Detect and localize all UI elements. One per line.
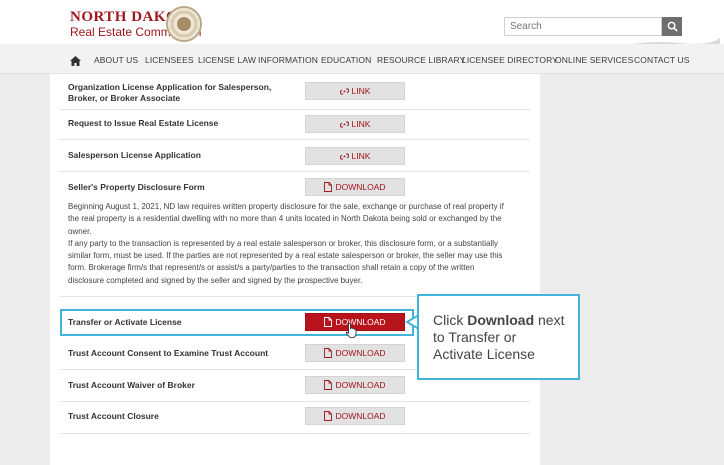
nav-item-license-law[interactable]: LICENSE LAW: [198, 55, 256, 65]
form-row-seller-disclosure: Seller's Property Disclosure Form DOWNLO…: [60, 172, 530, 200]
document-icon: [324, 411, 333, 421]
form-label: Salesperson License Application: [68, 150, 201, 160]
document-icon: [324, 182, 333, 192]
nav-item-licensees[interactable]: LICENSEES: [145, 55, 194, 65]
callout-bold: Download: [467, 312, 535, 328]
form-row-organization-license: Organization License Application for Sal…: [60, 74, 530, 110]
form-label: Request to Issue Real Estate License: [68, 118, 219, 128]
link-button-label: LINK: [351, 119, 371, 129]
link-button[interactable]: LINK: [305, 82, 405, 100]
link-button-label: LINK: [351, 86, 371, 96]
site-header: NORTH DAKOTA Real Estate Commission: [0, 0, 724, 48]
tutorial-highlight: [60, 309, 414, 336]
link-button[interactable]: LINK: [305, 147, 405, 165]
form-label: Seller's Property Disclosure Form: [68, 182, 205, 192]
document-icon: [324, 380, 333, 390]
form-row-trust-closure: Trust Account Closure DOWNLOAD: [60, 402, 530, 434]
download-button-label: DOWNLOAD: [335, 182, 386, 192]
form-row-request-to-issue: Request to Issue Real Estate License LIN…: [60, 110, 530, 140]
link-button-label: LINK: [351, 151, 371, 161]
nav-home[interactable]: [70, 53, 81, 71]
magnifier-icon: [667, 21, 678, 32]
link-icon: [339, 120, 349, 128]
download-button[interactable]: DOWNLOAD: [305, 344, 405, 362]
tutorial-callout: Click Download next to Transfer or Activ…: [417, 294, 580, 380]
link-button[interactable]: LINK: [305, 115, 405, 133]
nav-item-resource-library[interactable]: RESOURCE LIBRARY: [377, 55, 465, 65]
form-label: Trust Account Consent to Examine Trust A…: [68, 348, 269, 358]
hand-cursor-icon: [345, 323, 357, 338]
form-row-salesperson-application: Salesperson License Application LINK: [60, 140, 530, 172]
form-label: Organization License Application for Sal…: [68, 82, 272, 103]
download-button[interactable]: DOWNLOAD: [305, 407, 405, 425]
state-seal-icon: [166, 6, 202, 42]
disclosure-paragraph: Beginning August 1, 2021, ND law require…: [68, 202, 504, 285]
nav-item-information[interactable]: INFORMATION: [258, 55, 318, 65]
nav-item-education[interactable]: EDUCATION: [321, 55, 371, 65]
nav-item-about-us[interactable]: ABOUT US: [94, 55, 138, 65]
download-button-label: DOWNLOAD: [335, 411, 386, 421]
home-icon: [70, 56, 81, 66]
download-button[interactable]: DOWNLOAD: [305, 178, 405, 196]
search-input[interactable]: [504, 17, 662, 36]
link-icon: [339, 87, 349, 95]
download-button[interactable]: DOWNLOAD: [305, 376, 405, 394]
download-button-label: DOWNLOAD: [335, 380, 386, 390]
nav-item-licensee-directory[interactable]: LICENSEE DIRECTORY: [462, 55, 558, 65]
main-navigation: ABOUT US LICENSEES LICENSE LAW INFORMATI…: [0, 44, 724, 74]
search-button[interactable]: [662, 17, 682, 36]
nav-item-contact-us[interactable]: CONTACT US: [634, 55, 689, 65]
callout-prefix: Click: [433, 312, 468, 328]
form-label: Trust Account Waiver of Broker: [68, 380, 195, 390]
link-icon: [339, 152, 349, 160]
form-label: Trust Account Closure: [68, 411, 159, 421]
download-button-label: DOWNLOAD: [335, 348, 386, 358]
document-icon: [324, 348, 333, 358]
nav-item-online-services[interactable]: ONLINE SERVICES: [555, 55, 633, 65]
